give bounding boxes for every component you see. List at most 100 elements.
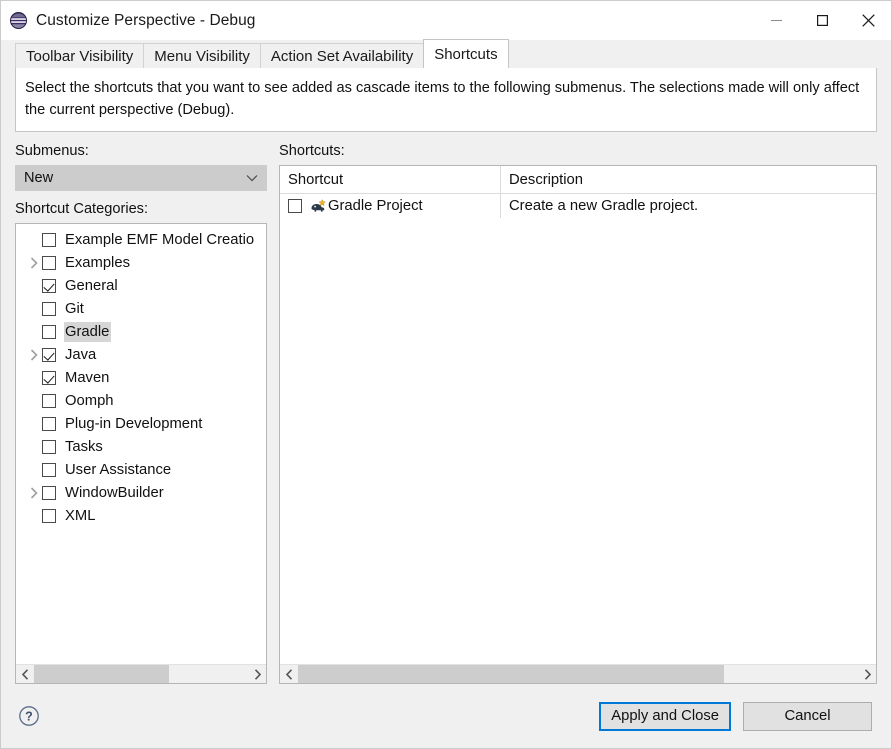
- footer-buttons: Apply and Close Cancel: [599, 701, 872, 731]
- tree-item-maven[interactable]: Maven: [16, 366, 266, 389]
- tree-item-examples[interactable]: Examples: [16, 251, 266, 274]
- tree-item-user-assistance[interactable]: User Assistance: [16, 458, 266, 481]
- tab-toolbar-visibility[interactable]: Toolbar Visibility: [15, 43, 145, 68]
- tree-item-plugin-development[interactable]: Plug-in Development: [16, 412, 266, 435]
- tree-item-checkbox[interactable]: [42, 301, 56, 316]
- scroll-left-arrow-icon[interactable]: [16, 665, 34, 683]
- description-panel: Select the shortcuts that you want to se…: [15, 68, 877, 132]
- maximize-icon[interactable]: [799, 1, 845, 40]
- gradle-project-icon: [310, 198, 327, 214]
- customize-perspective-dialog: Customize Perspective - Debug Toolbar Vi…: [0, 0, 892, 749]
- close-icon[interactable]: [845, 1, 891, 40]
- submenus-label: Submenus:: [15, 143, 89, 159]
- tree-item-label: Tasks: [65, 438, 103, 455]
- description-text: Select the shortcuts that you want to se…: [25, 80, 860, 118]
- tree-item-label: User Assistance: [65, 461, 172, 478]
- minimize-icon[interactable]: [753, 1, 799, 40]
- table-header-row: Shortcut Description: [280, 166, 876, 194]
- shortcut-categories-label: Shortcut Categories:: [15, 201, 149, 217]
- tree-item-windowbuilder[interactable]: WindowBuilder: [16, 481, 266, 504]
- tree-item-checkbox[interactable]: [42, 232, 56, 247]
- tree-item-checkbox[interactable]: [42, 393, 56, 408]
- scroll-thumb[interactable]: [298, 665, 724, 683]
- tree-item-general[interactable]: General: [16, 274, 266, 297]
- shortcuts-horizontal-scrollbar[interactable]: [280, 664, 876, 683]
- tree-item-checkbox[interactable]: [42, 439, 56, 454]
- scroll-left-arrow-icon[interactable]: [280, 665, 298, 683]
- shortcut-cell[interactable]: Gradle Project: [280, 194, 501, 218]
- tab-label: Action Set Availability: [270, 47, 414, 65]
- submenu-selected-value: New: [24, 170, 54, 186]
- cancel-button[interactable]: Cancel: [743, 701, 872, 731]
- shortcuts-label: Shortcuts:: [279, 143, 345, 159]
- chevron-right-icon[interactable]: [26, 255, 42, 271]
- apply-and-close-button[interactable]: Apply and Close: [599, 701, 731, 731]
- tree-item-label: Maven: [65, 369, 110, 386]
- tree-item-checkbox[interactable]: [42, 508, 56, 523]
- tree-item-checkbox[interactable]: [42, 416, 56, 431]
- tree-item-gradle[interactable]: Gradle: [16, 320, 266, 343]
- scroll-track[interactable]: [34, 665, 248, 683]
- tree-item-checkbox[interactable]: [42, 462, 56, 477]
- scroll-track[interactable]: [298, 665, 858, 683]
- svg-text:?: ?: [25, 709, 33, 723]
- scroll-thumb[interactable]: [34, 665, 169, 683]
- tree-item-tasks[interactable]: Tasks: [16, 435, 266, 458]
- tree-item-label: Plug-in Development: [65, 415, 203, 432]
- left-pane: Submenus: New Shortcut Categories: Examp…: [15, 143, 267, 684]
- tab-shortcuts[interactable]: Shortcuts: [423, 39, 509, 68]
- chevron-right-icon[interactable]: [26, 485, 42, 501]
- tree-item-checkbox[interactable]: [42, 347, 56, 362]
- submenu-dropdown[interactable]: New: [15, 165, 267, 191]
- tab-menu-visibility[interactable]: Menu Visibility: [143, 43, 261, 68]
- tree-item-git[interactable]: Git: [16, 297, 266, 320]
- tab-action-set-availability[interactable]: Action Set Availability: [259, 43, 425, 68]
- scroll-right-arrow-icon[interactable]: [858, 665, 876, 683]
- tree-item-checkbox[interactable]: [42, 324, 56, 339]
- dialog-body: Select the shortcuts that you want to se…: [1, 68, 891, 684]
- tree-item-java[interactable]: Java: [16, 343, 266, 366]
- tree-item-checkbox[interactable]: [42, 278, 56, 293]
- tree-item-label: Gradle: [64, 321, 112, 342]
- help-icon[interactable]: ?: [18, 705, 40, 727]
- description-cell: Create a new Gradle project.: [509, 198, 699, 214]
- categories-horizontal-scrollbar[interactable]: [16, 664, 266, 683]
- tree-item-checkbox[interactable]: [42, 370, 56, 385]
- dialog-footer: ? Apply and Close Cancel: [1, 684, 891, 748]
- tree-item-label: Example EMF Model Creatio: [65, 231, 255, 248]
- panes-container: Submenus: New Shortcut Categories: Examp…: [15, 132, 877, 684]
- tree-item-label: WindowBuilder: [65, 484, 164, 501]
- window-controls: [753, 1, 891, 40]
- tree-scroll-area: Example EMF Model Creatio Examples Gener…: [16, 224, 266, 664]
- tree-item-xml[interactable]: XML: [16, 504, 266, 527]
- title-bar: Customize Perspective - Debug: [1, 1, 891, 40]
- tab-label: Toolbar Visibility: [26, 47, 134, 65]
- tree-item-label: Java: [65, 346, 97, 363]
- tree-item-label: Oomph: [65, 392, 114, 409]
- tab-label: Shortcuts: [434, 45, 498, 63]
- tab-strip: Toolbar Visibility Menu Visibility Actio…: [1, 39, 891, 68]
- table-rows: Gradle Project Create a new Gradle proje…: [280, 194, 876, 664]
- shortcut-checkbox[interactable]: [288, 199, 302, 213]
- window-title: Customize Perspective - Debug: [36, 11, 256, 29]
- tree-item-label: XML: [65, 507, 96, 524]
- chevron-right-icon[interactable]: [26, 347, 42, 363]
- tab-label: Menu Visibility: [154, 47, 250, 65]
- tree-item-oomph[interactable]: Oomph: [16, 389, 266, 412]
- table-row[interactable]: Gradle Project Create a new Gradle proje…: [280, 194, 876, 218]
- tree-item-label: Examples: [65, 254, 130, 271]
- shortcuts-table[interactable]: Shortcut Description Gradle Project Crea…: [279, 165, 877, 684]
- tree-item-checkbox[interactable]: [42, 255, 56, 270]
- tree-item-label: Git: [65, 300, 84, 317]
- right-pane: Shortcuts: Shortcut Description Gradle P…: [279, 143, 877, 684]
- tree-item-checkbox[interactable]: [42, 485, 56, 500]
- tree-item-example-emf[interactable]: Example EMF Model Creatio: [16, 228, 266, 251]
- shortcut-name: Gradle Project: [328, 198, 423, 214]
- column-header-description[interactable]: Description: [501, 166, 876, 193]
- column-header-shortcut[interactable]: Shortcut: [280, 166, 501, 193]
- eclipse-icon: [10, 12, 27, 29]
- shortcut-categories-tree[interactable]: Example EMF Model Creatio Examples Gener…: [15, 223, 267, 684]
- tree-item-label: General: [65, 277, 118, 294]
- chevron-down-icon: [246, 169, 258, 187]
- scroll-right-arrow-icon[interactable]: [248, 665, 266, 683]
